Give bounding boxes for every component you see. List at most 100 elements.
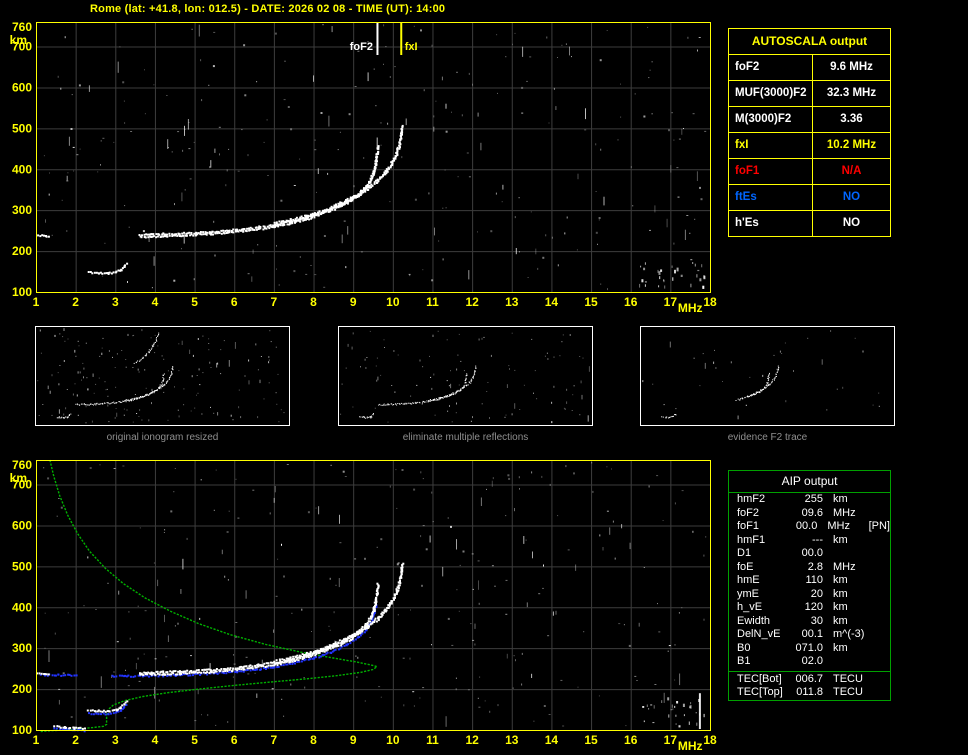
aip-name: hmF2 (737, 493, 766, 505)
bottom-ionogram-plot: 1 2 3 4 5 6 7 8 9 10 11 12 13 14 15 16 17 18MHz7607006005… (10, 458, 717, 753)
svg-text:200: 200 (12, 244, 32, 258)
autoscala-row-fxi: fxI 10.2 MHz (729, 132, 890, 158)
aip-name: D1 (737, 547, 752, 559)
svg-text:18: 18 (703, 733, 717, 747)
aip-row-hmf1: hmF1 --- km (729, 534, 890, 548)
parameter-value: N/A (841, 165, 862, 177)
aip-extra (875, 534, 877, 548)
aip-extra (875, 561, 877, 575)
aip-tec-rows: TEC[Bot] 006.7 TECU TEC[Top] 011.8 TECU (729, 670, 890, 700)
svg-text:5: 5 (191, 733, 198, 747)
svg-text:6: 6 (231, 733, 238, 747)
aip-value: 255 (804, 493, 823, 505)
parameter-label: foF1 (729, 159, 813, 184)
svg-text:400: 400 (12, 162, 32, 176)
thumbnail-caption-eliminate: eliminate multiple reflections (402, 432, 529, 443)
svg-text:500: 500 (12, 121, 32, 135)
parameter-label: MUF(3000)F2 (729, 81, 813, 106)
aip-row-hme: hmE 110 km (729, 574, 890, 588)
svg-text:13: 13 (505, 733, 519, 747)
ionogram-trace (36, 562, 405, 730)
aip-unit: MHz (827, 520, 850, 532)
svg-text:600: 600 (12, 518, 32, 532)
aip-extra (875, 601, 877, 615)
svg-text:500: 500 (12, 559, 32, 573)
aip-extra: [PN] (868, 520, 890, 532)
aip-value: 30 (810, 614, 823, 627)
aip-unit (823, 655, 875, 669)
svg-text:1: 1 (33, 733, 40, 747)
svg-text:400: 400 (12, 600, 32, 614)
aip-row-fof1: foF1 00.0 MHz [PN] (729, 520, 890, 534)
aip-name: Ewidth (737, 614, 771, 627)
aip-value: 00.0 (795, 520, 818, 532)
aip-value: 00.0 (801, 547, 823, 559)
svg-text:300: 300 (12, 203, 32, 217)
thumbnail-plot-1 (35, 326, 290, 426)
autoscala-row-fof1: foF1 N/A (729, 158, 890, 184)
aip-extra (875, 574, 877, 588)
parameter-label: ftEs (729, 185, 813, 210)
svg-text:18: 18 (703, 295, 717, 309)
parameter-value: 32.3 MHz (826, 87, 877, 99)
autoscala-table-rows: foF2 9.6 MHz MUF(3000)F2 32.3 MHz M(3000)F2 3… (729, 54, 890, 236)
x-axis-ticks: 1 2 3 4 5 6 7 8 9 10 11 12 13 14 15 16 17 18MHz (33, 295, 717, 315)
aip-output-table: AIP output hmF2 255 km foF2 09.6 MHz foF1 00.0 M… (728, 470, 891, 701)
aip-row-tecbot: TEC[Bot] 006.7 TECU (729, 673, 890, 687)
ionogram-trace (37, 124, 404, 275)
svg-text:760: 760 (12, 458, 32, 472)
svg-text:11: 11 (426, 733, 439, 747)
noise-layer (43, 24, 707, 291)
aip-unit: km (833, 574, 848, 586)
parameter-label: h'Es (729, 211, 813, 236)
aip-unit (823, 547, 875, 561)
aip-unit: MHz (833, 560, 856, 573)
aip-unit: MHz (833, 506, 856, 519)
svg-text:1: 1 (33, 295, 40, 309)
svg-text:km: km (10, 33, 27, 47)
aip-extra (875, 642, 877, 656)
parameter-value: 3.36 (840, 113, 863, 125)
svg-text:17: 17 (664, 733, 678, 747)
grid (36, 22, 710, 292)
aip-extra (875, 673, 877, 687)
aip-unit: TECU (833, 672, 863, 685)
svg-text:15: 15 (584, 733, 598, 747)
svg-text:3: 3 (112, 733, 119, 747)
parameter-value: 10.2 MHz (826, 139, 877, 151)
aip-extra (875, 588, 877, 602)
svg-text:13: 13 (505, 295, 519, 309)
aip-unit: km (833, 493, 848, 505)
svg-text:10: 10 (386, 733, 400, 747)
svg-text:14: 14 (545, 733, 559, 747)
grid (36, 460, 710, 730)
aip-row-b0: B0 071.0 km (729, 642, 890, 656)
y-axis-ticks: 760700600500400300200100km (10, 458, 33, 737)
aip-unit: km (833, 641, 848, 654)
svg-text:4: 4 (152, 295, 159, 309)
parameter-label: fxI (729, 133, 813, 158)
aip-value: 02.0 (801, 655, 823, 667)
autoscala-table-title: AUTOSCALA output (751, 34, 868, 48)
parameter-label: foF2 (729, 55, 813, 80)
aip-unit: km (833, 587, 848, 600)
aip-row-yme: ymE 20 km (729, 588, 890, 602)
svg-text:15: 15 (584, 295, 598, 309)
aip-value: 09.6 (801, 506, 823, 519)
svg-text:200: 200 (12, 682, 32, 696)
svg-text:8: 8 (310, 733, 317, 747)
aip-name: foF2 (737, 506, 760, 519)
svg-text:760: 760 (12, 20, 32, 34)
svg-text:MHz: MHz (678, 301, 703, 315)
autoscala-row-hes: h'Es NO (729, 210, 890, 236)
aip-row-hve: h_vE 120 km (729, 601, 890, 615)
aip-extra (875, 507, 877, 521)
aip-value: 110 (805, 574, 823, 586)
thumbnail-caption-original: original ionogram resized (106, 432, 219, 443)
aip-name: TEC[Top] (737, 686, 783, 698)
aip-unit: km (833, 533, 848, 546)
aip-extra (875, 493, 877, 507)
aip-name: foF1 (737, 520, 760, 532)
autoscala-app: 1 2 3 4 5 6 7 8 9 10 11 12 13 14 15 16 17 18 MHz 760 700 600 5… (0, 0, 968, 755)
parameter-value: 9.6 MHz (830, 61, 873, 73)
